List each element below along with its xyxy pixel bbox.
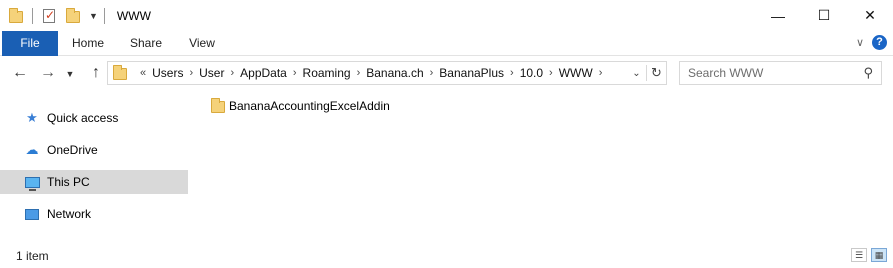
address-controls: ⌄ ↻ [626,62,666,84]
sidebar-item-onedrive[interactable]: ☁ OneDrive [0,138,188,162]
tab-share[interactable]: Share [118,31,174,56]
maximize-button[interactable]: ☐ [801,0,847,31]
chevron-right-icon[interactable]: › [510,67,514,79]
refresh-icon[interactable]: ↻ [646,65,666,81]
search-box[interactable]: ⚲ [679,61,882,85]
cloud-icon: ☁ [25,142,39,157]
list-item[interactable]: BananaAccountingExcelAddin [210,97,390,115]
address-dropdown-icon[interactable]: ⌄ [626,67,646,79]
tab-file[interactable]: File [2,31,58,56]
folder-icon [112,65,128,81]
file-name: BananaAccountingExcelAddin [229,99,390,113]
sidebar-item-label: OneDrive [47,143,98,157]
breadcrumb-users[interactable]: Users [152,66,183,80]
chevron-right-icon[interactable]: › [230,67,234,79]
breadcrumb-www[interactable]: WWW [559,66,593,80]
breadcrumb-version[interactable]: 10.0 [520,66,543,80]
star-icon: ★ [26,110,38,125]
title-bar: ▼ WWW — ☐ ✕ [0,0,893,31]
item-count: 1 item [16,249,49,263]
folder-icon [8,7,24,24]
new-folder-icon[interactable] [65,7,81,24]
overflow-icon[interactable]: « [140,67,146,79]
qat-separator [103,7,105,24]
qat-separator [32,7,33,24]
chevron-right-icon[interactable]: › [293,67,297,79]
chevron-down-icon[interactable]: ∨ [856,36,864,49]
forward-button[interactable]: → [38,64,58,82]
chevron-right-icon[interactable]: › [357,67,361,79]
folder-icon [210,98,226,114]
minimize-button[interactable]: — [755,0,801,31]
ribbon-right-controls: ∨ ? [856,35,887,50]
ribbon: File Home Share View ∨ ? [0,31,893,56]
sidebar-item-quick-access[interactable]: ★ Quick access [0,106,188,130]
details-view-icon[interactable]: ☰ [851,248,867,262]
file-list: BananaAccountingExcelAddin [188,92,893,242]
up-button[interactable]: ↑ [86,64,106,82]
tab-home[interactable]: Home [62,31,114,56]
breadcrumb-bananaplus[interactable]: BananaPlus [439,66,504,80]
breadcrumb-roaming[interactable]: Roaming [303,66,351,80]
window-controls: — ☐ ✕ [755,0,893,31]
sidebar-item-label: Network [47,207,92,221]
sidebar-item-label: Quick access [47,111,119,125]
address-bar[interactable]: « Users › User › AppData › Roaming › Ban… [107,61,667,85]
status-bar: 1 item ☰ ▦ [0,244,893,268]
tab-view[interactable]: View [178,31,226,56]
help-icon[interactable]: ? [872,35,887,50]
customize-dropdown-icon[interactable]: ▼ [89,11,98,21]
breadcrumb-user[interactable]: User [199,66,224,80]
breadcrumb-banana-ch[interactable]: Banana.ch [366,66,423,80]
chevron-right-icon[interactable]: › [189,67,193,79]
back-button[interactable]: ← [10,64,30,82]
network-icon [24,206,40,222]
navigation-bar: ← → ▼ ↑ « Users › User › AppData › Roami… [0,56,893,92]
sidebar-item-this-pc[interactable]: This PC [0,170,188,194]
close-button[interactable]: ✕ [847,0,893,31]
sidebar-item-network[interactable]: Network [0,202,188,226]
sidebar-item-label: This PC [47,175,90,189]
navigation-pane: ★ Quick access ☁ OneDrive This PC Networ… [0,92,188,242]
recent-locations-button[interactable]: ▼ [64,69,76,79]
search-input[interactable] [688,66,853,80]
breadcrumb-appdata[interactable]: AppData [240,66,287,80]
large-icons-view-icon[interactable]: ▦ [871,248,887,262]
chevron-right-icon[interactable]: › [430,67,434,79]
search-icon[interactable]: ⚲ [863,65,873,81]
window-title: WWW [116,8,151,23]
properties-icon[interactable] [41,8,57,24]
quick-access-toolbar: ▼ [0,7,113,24]
view-switcher: ☰ ▦ [847,248,887,262]
chevron-right-icon[interactable]: › [549,67,553,79]
computer-icon [24,174,40,191]
chevron-right-icon[interactable]: › [599,67,603,79]
